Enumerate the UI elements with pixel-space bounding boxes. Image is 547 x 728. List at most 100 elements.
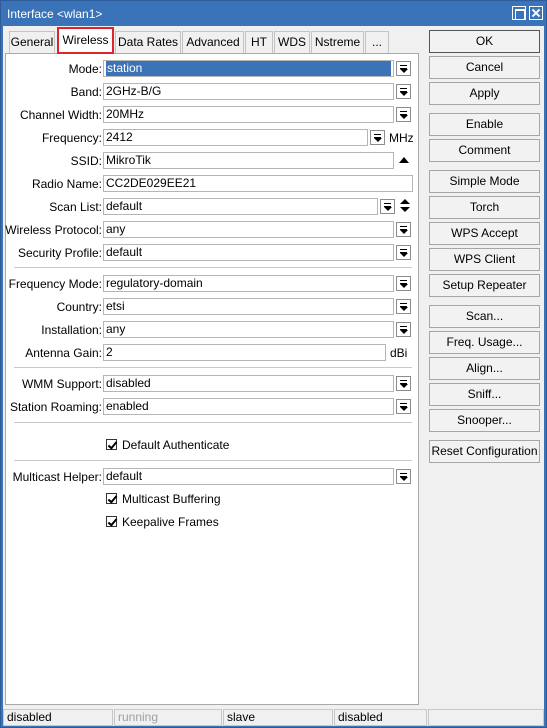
reset-configuration-button[interactable]: Reset Configuration xyxy=(429,440,540,463)
cancel-button[interactable]: Cancel xyxy=(429,56,540,79)
station-roaming-dropdown-icon[interactable] xyxy=(396,399,411,414)
ssid-label: SSID: xyxy=(70,154,102,168)
wmm-support-label: WMM Support: xyxy=(21,377,102,391)
installation-row: Installation: any xyxy=(6,321,420,339)
country-dropdown-icon[interactable] xyxy=(396,299,411,314)
close-icon[interactable] xyxy=(529,6,543,20)
window-title: Interface <wlan1> xyxy=(7,7,103,21)
scan-list-updown-icon[interactable] xyxy=(400,199,410,214)
tab-more[interactable]: ... xyxy=(365,31,389,53)
tab-general[interactable]: General xyxy=(9,31,55,53)
radio-name-row: Radio Name: CC2DE029EE21 xyxy=(6,175,420,193)
wps-client-button[interactable]: WPS Client xyxy=(429,248,540,271)
scan-list-dropdown-icon[interactable] xyxy=(380,199,395,214)
keepalive-frames-checkbox[interactable] xyxy=(106,516,117,527)
scan-list-label: Scan List: xyxy=(49,200,102,214)
enable-button[interactable]: Enable xyxy=(429,113,540,136)
radio-name-input[interactable]: CC2DE029EE21 xyxy=(103,175,413,192)
frequency-mode-label: Frequency Mode: xyxy=(8,277,102,291)
torch-button[interactable]: Torch xyxy=(429,196,540,219)
comment-button[interactable]: Comment xyxy=(429,139,540,162)
wireless-protocol-row: Wireless Protocol: any xyxy=(5,221,420,239)
simple-mode-button[interactable]: Simple Mode xyxy=(429,170,540,193)
multicast-helper-label: Multicast Helper: xyxy=(12,470,102,484)
setup-repeater-button[interactable]: Setup Repeater xyxy=(429,274,540,297)
default-authenticate-row: Default Authenticate xyxy=(6,437,420,455)
tab-data-rates[interactable]: Data Rates xyxy=(115,31,181,53)
title-bar[interactable]: Interface <wlan1> xyxy=(1,1,546,26)
separator xyxy=(14,460,412,462)
mode-value: station xyxy=(106,61,391,76)
channel-width-row: Channel Width: 20MHz xyxy=(6,106,420,124)
station-roaming-select[interactable]: enabled xyxy=(103,398,394,415)
band-label: Band: xyxy=(70,85,102,99)
keepalive-frames-label: Keepalive Frames xyxy=(122,515,219,529)
tab-wireless[interactable]: Wireless xyxy=(57,27,114,54)
channel-width-dropdown-icon[interactable] xyxy=(396,107,411,122)
status-running: running xyxy=(114,709,222,726)
multicast-buffering-label: Multicast Buffering xyxy=(122,492,221,506)
freq-usage-button[interactable]: Freq. Usage... xyxy=(429,331,540,354)
apply-button[interactable]: Apply xyxy=(429,82,540,105)
installation-label: Installation: xyxy=(41,323,102,337)
wireless-protocol-label: Wireless Protocol: xyxy=(5,223,102,237)
security-profile-dropdown-icon[interactable] xyxy=(396,245,411,260)
mode-dropdown-icon[interactable] xyxy=(396,61,411,76)
default-authenticate-label: Default Authenticate xyxy=(122,438,230,452)
tab-ht[interactable]: HT xyxy=(245,31,273,53)
sniff-button[interactable]: Sniff... xyxy=(429,383,540,406)
security-profile-label: Security Profile: xyxy=(17,246,102,260)
status-bar: disabled running slave disabled xyxy=(3,709,544,726)
wps-accept-button[interactable]: WPS Accept xyxy=(429,222,540,245)
installation-dropdown-icon[interactable] xyxy=(396,322,411,337)
wireless-protocol-select[interactable]: any xyxy=(103,221,394,238)
ssid-input[interactable]: MikroTik xyxy=(103,152,394,169)
frequency-row: Frequency: 2412 MHz xyxy=(6,129,420,147)
wmm-support-dropdown-icon[interactable] xyxy=(396,376,411,391)
frequency-dropdown-icon[interactable] xyxy=(370,130,385,145)
antenna-gain-unit: dBi xyxy=(390,346,408,360)
maximize-icon[interactable] xyxy=(512,6,526,20)
wmm-support-select[interactable]: disabled xyxy=(103,375,394,392)
multicast-helper-select[interactable]: default xyxy=(103,468,394,485)
antenna-gain-input[interactable]: 2 xyxy=(103,344,386,361)
multicast-helper-row: Multicast Helper: default xyxy=(6,468,420,486)
status-extra: disabled xyxy=(334,709,427,726)
tab-wds[interactable]: WDS xyxy=(274,31,310,53)
mode-row: Mode: station xyxy=(6,60,420,78)
separator xyxy=(14,422,412,424)
wireless-protocol-dropdown-icon[interactable] xyxy=(396,222,411,237)
collapse-arrow-icon[interactable] xyxy=(399,157,409,163)
multicast-buffering-checkbox[interactable] xyxy=(106,493,117,504)
tab-nstreme[interactable]: Nstreme xyxy=(311,31,364,53)
multicast-buffering-row: Multicast Buffering xyxy=(6,491,420,509)
mode-select[interactable]: station xyxy=(103,60,394,77)
wireless-panel: Mode: station Band: 2GHz-B/G Channel Wid… xyxy=(5,53,419,705)
ok-button[interactable]: OK xyxy=(429,30,540,53)
align-button[interactable]: Align... xyxy=(429,357,540,380)
status-empty xyxy=(428,709,544,726)
frequency-mode-select[interactable]: regulatory-domain xyxy=(103,275,394,292)
default-authenticate-checkbox[interactable] xyxy=(106,439,117,450)
antenna-gain-label: Antenna Gain: xyxy=(25,346,102,360)
multicast-helper-dropdown-icon[interactable] xyxy=(396,469,411,484)
band-dropdown-icon[interactable] xyxy=(396,84,411,99)
frequency-select[interactable]: 2412 xyxy=(103,129,368,146)
snooper-button[interactable]: Snooper... xyxy=(429,409,540,432)
channel-width-select[interactable]: 20MHz xyxy=(103,106,394,123)
installation-select[interactable]: any xyxy=(103,321,394,338)
status-enabled: disabled xyxy=(3,709,113,726)
wmm-support-row: WMM Support: disabled xyxy=(6,375,420,393)
frequency-mode-dropdown-icon[interactable] xyxy=(396,276,411,291)
security-profile-select[interactable]: default xyxy=(103,244,394,261)
band-select[interactable]: 2GHz-B/G xyxy=(103,83,394,100)
country-select[interactable]: etsi xyxy=(103,298,394,315)
country-label: Country: xyxy=(56,300,102,314)
tab-advanced[interactable]: Advanced xyxy=(182,31,244,53)
channel-width-label: Channel Width: xyxy=(19,108,102,122)
scan-list-select[interactable]: default xyxy=(103,198,378,215)
scan-button[interactable]: Scan... xyxy=(429,305,540,328)
country-row: Country: etsi xyxy=(6,298,420,316)
frequency-label: Frequency: xyxy=(41,131,102,145)
station-roaming-row: Station Roaming: enabled xyxy=(6,398,420,416)
